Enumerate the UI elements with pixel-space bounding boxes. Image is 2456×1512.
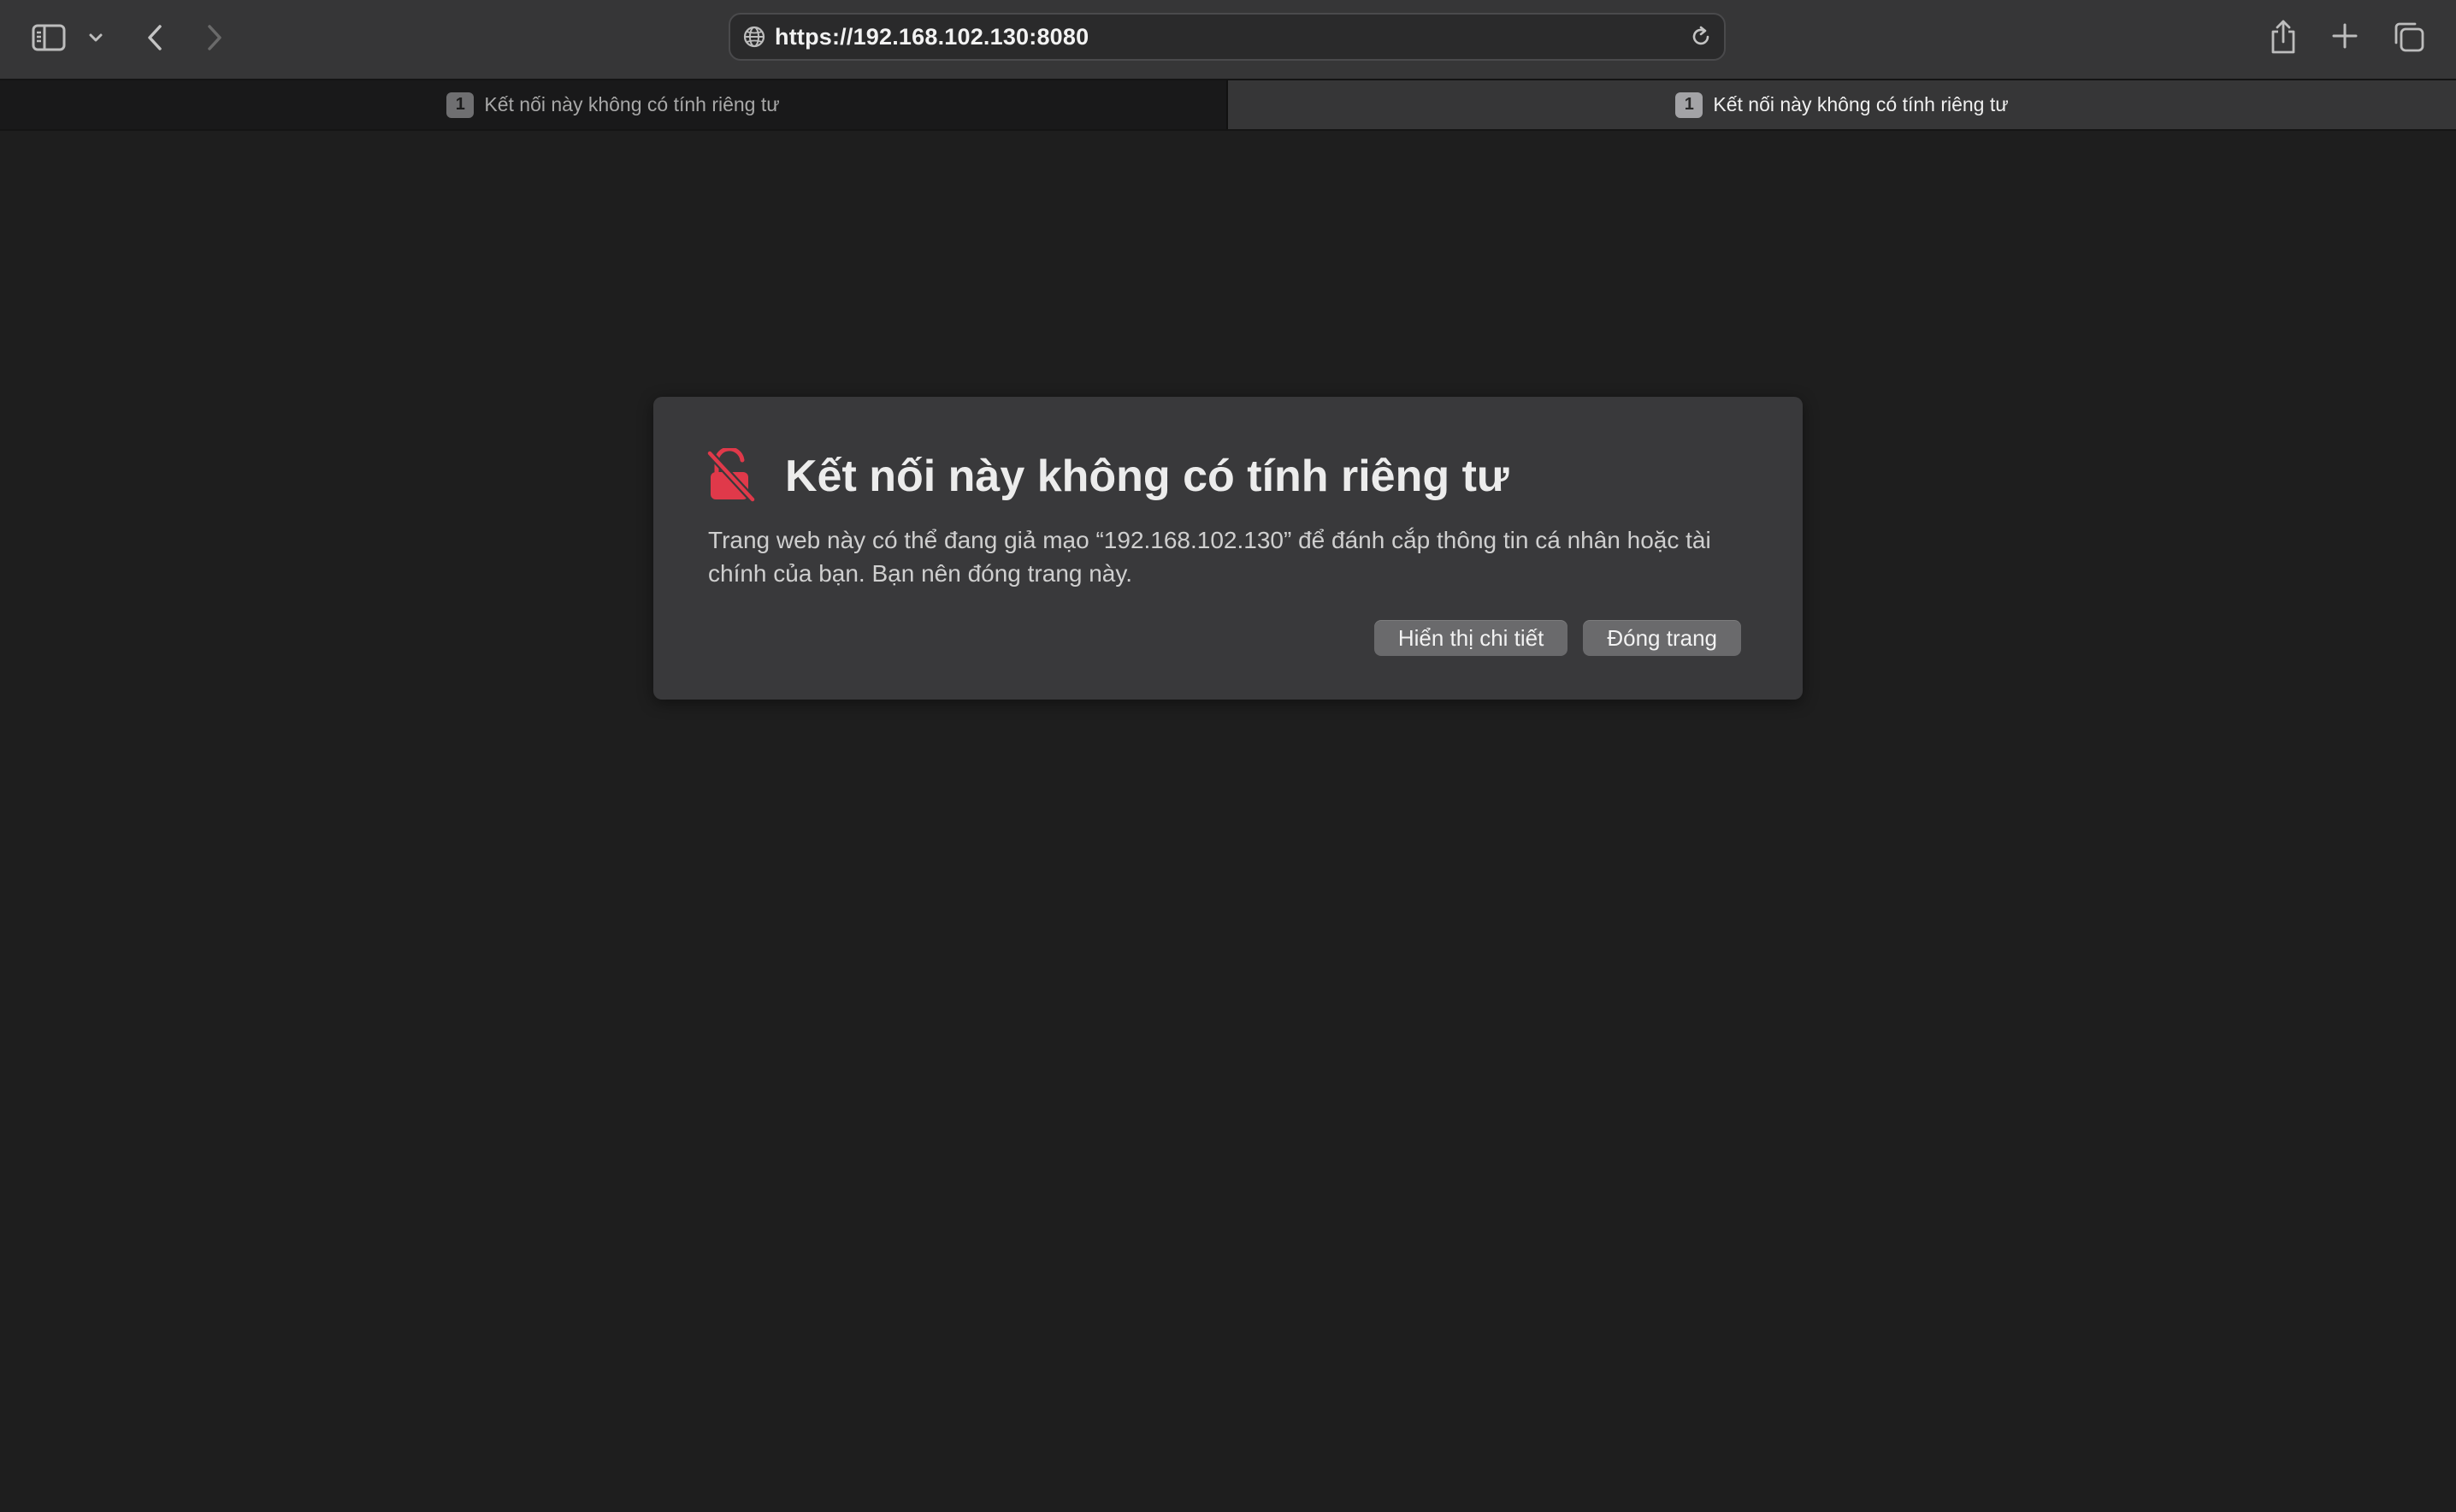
dialog-message: Trang web này có thể đang giả mạo “192.1… (708, 527, 1711, 587)
new-tab-button[interactable] (2328, 19, 2362, 53)
close-page-button[interactable]: Đóng trang (1583, 620, 1741, 656)
back-button[interactable] (140, 19, 169, 56)
sidebar-menu-button[interactable] (86, 26, 106, 50)
sidebar-icon (32, 24, 66, 51)
tab-label: Kết nối này không có tính riêng tư (484, 93, 780, 115)
tab-bar: 1 Kết nối này không có tính riêng tư 1 K… (0, 80, 2456, 131)
tab-overview-icon (2394, 22, 2424, 52)
tab-label: Kết nối này không có tính riêng tư (1713, 93, 2009, 115)
reload-icon[interactable] (1688, 24, 1714, 54)
unlocked-lock-slash-icon (705, 446, 757, 507)
privacy-warning-dialog: Kết nối này không có tính riêng tư Trang… (653, 397, 1803, 700)
chevron-down-icon (89, 33, 103, 42)
dialog-buttons: Hiển thị chi tiết Đóng trang (1373, 620, 1741, 656)
sidebar-toggle-button[interactable] (29, 21, 68, 55)
share-icon (2271, 20, 2295, 54)
share-button[interactable] (2266, 15, 2300, 58)
globe-icon (742, 25, 766, 53)
dialog-title: Kết nối này không có tính riêng tư (785, 452, 1509, 501)
tab-overview-button[interactable] (2391, 19, 2427, 55)
address-bar[interactable]: https://192.168.102.130:8080 (729, 13, 1726, 61)
show-details-button[interactable]: Hiển thị chi tiết (1373, 620, 1568, 656)
forward-arrow-icon (208, 25, 221, 50)
back-arrow-icon (148, 25, 162, 50)
forward-button[interactable] (200, 19, 229, 56)
plus-icon (2332, 23, 2358, 49)
browser-toolbar: https://192.168.102.130:8080 (0, 0, 2456, 80)
url-text[interactable]: https://192.168.102.130:8080 (775, 15, 1089, 59)
tab-number-badge: 1 (1675, 92, 1703, 118)
tab-2-active[interactable]: 1 Kết nối này không có tính riêng tư (1226, 80, 2456, 129)
tab-number-badge: 1 (446, 92, 475, 118)
tab-1[interactable]: 1 Kết nối này không có tính riêng tư (0, 80, 1226, 129)
